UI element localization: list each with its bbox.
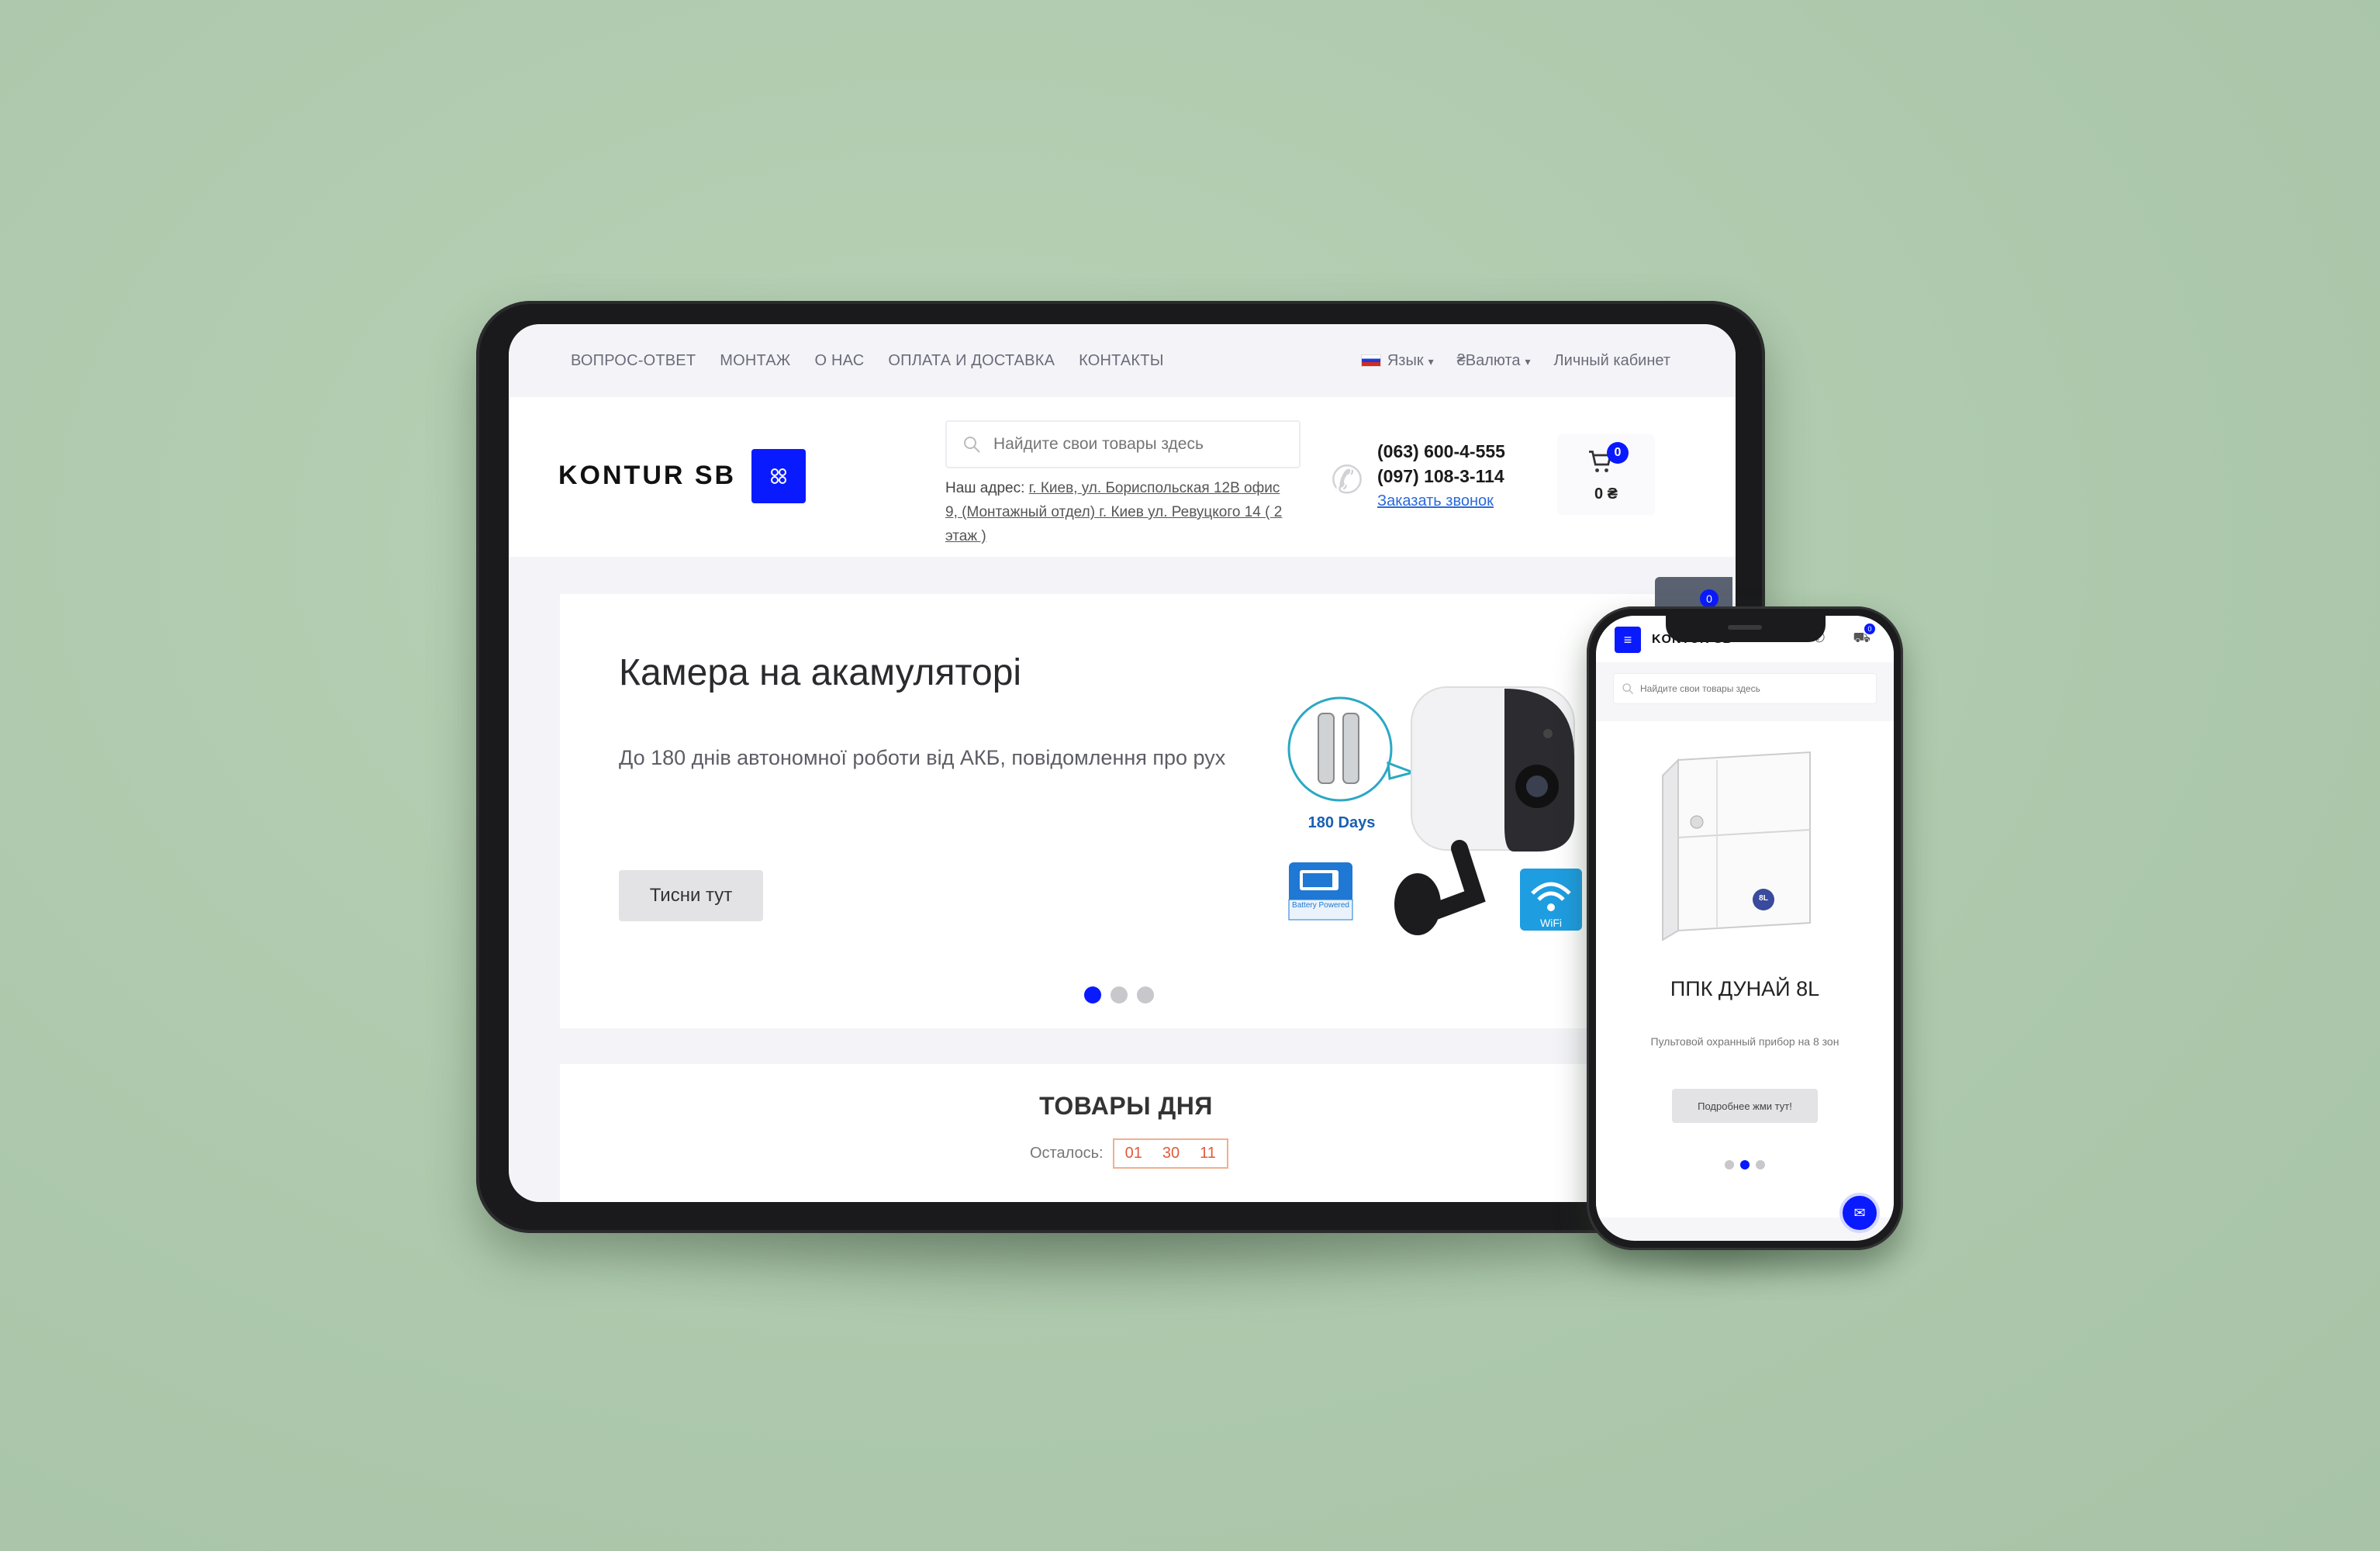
top-nav-right: Язык ▾ ₴Валюта ▾ Личный кабинет: [1360, 324, 1670, 397]
slider-dot[interactable]: [1725, 1160, 1734, 1169]
language-label: Язык: [1387, 351, 1424, 369]
nav-link-payment-delivery[interactable]: ОПЛАТА И ДОСТАВКА: [888, 352, 1055, 370]
phone-screen: ≡ KONTUR SB ⌖ ✆ ⛟ 0 8L ППК ДУНАЙ 8L: [1596, 616, 1894, 1241]
logo[interactable]: KONTUR SB: [558, 461, 736, 491]
top-navigation: ВОПРОС-ОТВЕТ МОНТАЖ О НАС ОПЛАТА И ДОСТА…: [509, 324, 1736, 397]
hamburger-menu-icon[interactable]: ≡: [1615, 627, 1641, 653]
phone-slider-dots: [1725, 1160, 1765, 1169]
speaker-grille: [1728, 625, 1762, 630]
cart-button[interactable]: 0 0 ₴: [1557, 434, 1655, 515]
nav-link-installation[interactable]: МОНТАЖ: [720, 352, 790, 370]
slide-subtitle: До 180 днів автономної роботи від АКБ, п…: [619, 746, 1226, 769]
phone-number-2[interactable]: (097) 108-3-114: [1377, 464, 1505, 489]
phone-search-input[interactable]: [1640, 683, 1873, 694]
product-image-label: 8L: [1759, 894, 1768, 903]
search-input[interactable]: [993, 435, 1288, 454]
deals-of-day-section: ТОВАРЫ ДНЯ Осталось: 01 30 11: [560, 1064, 1692, 1202]
product-description: Пультовой охранный прибор на 8 зон: [1650, 1035, 1839, 1048]
currency-label: ₴Валюта: [1456, 351, 1521, 369]
deals-countdown: Осталось: 01 30 11: [1030, 1138, 1228, 1169]
countdown-seconds: 11: [1200, 1145, 1216, 1162]
phone-numbers: (063) 600-4-555 (097) 108-3-114 Заказать…: [1377, 439, 1505, 513]
nav-link-faq[interactable]: ВОПРОС-ОТВЕТ: [571, 352, 696, 370]
top-nav-links: ВОПРОС-ОТВЕТ МОНТАЖ О НАС ОПЛАТА И ДОСТА…: [571, 324, 1164, 397]
search-icon: [1622, 683, 1634, 695]
countdown-hours: 01: [1124, 1145, 1142, 1162]
tablet-screen: ВОПРОС-ОТВЕТ МОНТАЖ О НАС ОПЛАТА И ДОСТА…: [509, 324, 1736, 1202]
product-title: ППК ДУНАЙ 8L: [1670, 977, 1820, 1000]
slider-dot[interactable]: [1756, 1160, 1765, 1169]
search-icon: [964, 437, 980, 453]
search-box[interactable]: [945, 420, 1301, 468]
slider-dot[interactable]: [1084, 986, 1101, 1003]
hero-slider: Камера на акамуляторі До 180 днів автоно…: [560, 594, 1692, 1028]
slide-cta-button[interactable]: Тисни тут: [619, 870, 763, 921]
chevron-down-icon: ▾: [1428, 354, 1434, 368]
callback-link[interactable]: Заказать звонок: [1377, 489, 1505, 513]
language-selector[interactable]: Язык ▾: [1360, 351, 1434, 370]
phone-slider: 8L ППК ДУНАЙ 8L Пультовой охранный прибо…: [1596, 721, 1894, 1218]
image-text-days: 180 Days: [1307, 814, 1376, 831]
cart-amount: 0 ₴: [1594, 485, 1618, 503]
alarm-panel-illustration: [1662, 751, 1811, 941]
phone-cart-badge: 0: [1864, 624, 1875, 634]
account-link[interactable]: Личный кабинет: [1554, 352, 1670, 370]
image-text-battery: Battery Powered: [1292, 901, 1349, 910]
phone-icon: ✆: [1331, 458, 1363, 502]
slider-dot[interactable]: [1137, 986, 1154, 1003]
catalog-button[interactable]: [751, 449, 806, 503]
cart-count-badge: 0: [1607, 442, 1629, 464]
countdown-label: Осталось:: [1030, 1145, 1104, 1162]
site-header: KONTUR SB Наш адрес: г. Киев, ул. Борисп…: [509, 397, 1736, 557]
slider-dot[interactable]: [1111, 986, 1128, 1003]
deals-title: ТОВАРЫ ДНЯ: [1039, 1092, 1213, 1120]
slider-dots: [1084, 986, 1154, 1003]
flag-icon: [1360, 354, 1381, 368]
phone-notch: [1666, 616, 1826, 642]
product-image: 8L: [1647, 737, 1843, 946]
nav-link-about[interactable]: О НАС: [814, 352, 864, 370]
image-text-wifi: WiFi: [1540, 917, 1562, 929]
camera-product-image: 180 Days Battery Powered WiFi: [1281, 672, 1622, 951]
countdown-minutes: 30: [1162, 1145, 1180, 1162]
phone-number-1[interactable]: (063) 600-4-555: [1377, 439, 1505, 464]
slide-title: Камера на акамуляторі: [619, 652, 1022, 693]
product-more-button[interactable]: Подробнее жми тут!: [1672, 1089, 1818, 1123]
side-widget-badge: 0: [1700, 589, 1719, 608]
nav-link-contacts[interactable]: КОНТАКТЫ: [1079, 352, 1164, 370]
message-fab-button[interactable]: ✉: [1839, 1193, 1880, 1233]
chevron-down-icon: ▾: [1525, 354, 1531, 368]
phone-search-box[interactable]: [1613, 673, 1877, 704]
grid-icon: [771, 468, 786, 484]
slider-dot[interactable]: [1740, 1160, 1750, 1169]
countdown-box: 01 30 11: [1112, 1138, 1228, 1169]
currency-selector[interactable]: ₴Валюта ▾: [1457, 352, 1531, 370]
address-label: Наш адрес:: [945, 480, 1029, 496]
store-address: Наш адрес: г. Киев, ул. Бориспольская 12…: [945, 476, 1287, 548]
